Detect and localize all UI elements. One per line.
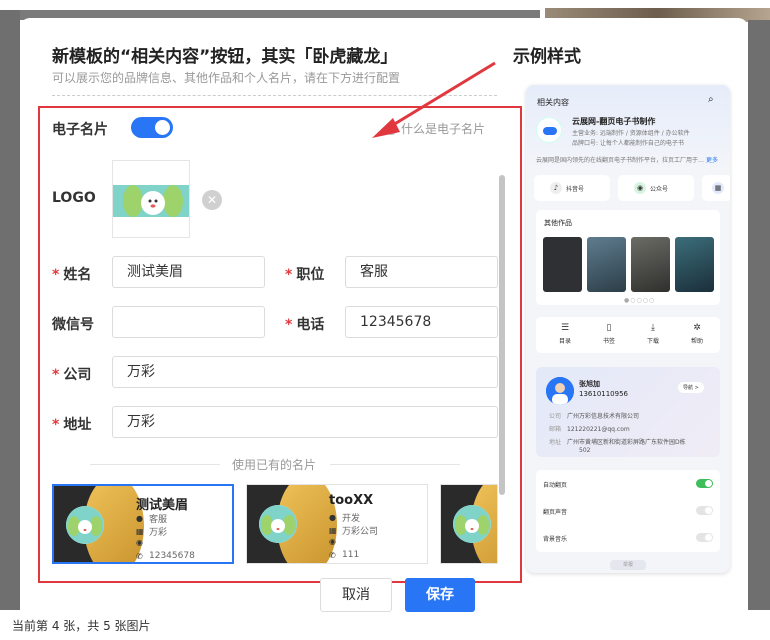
annotation-arrow-icon <box>372 61 496 138</box>
